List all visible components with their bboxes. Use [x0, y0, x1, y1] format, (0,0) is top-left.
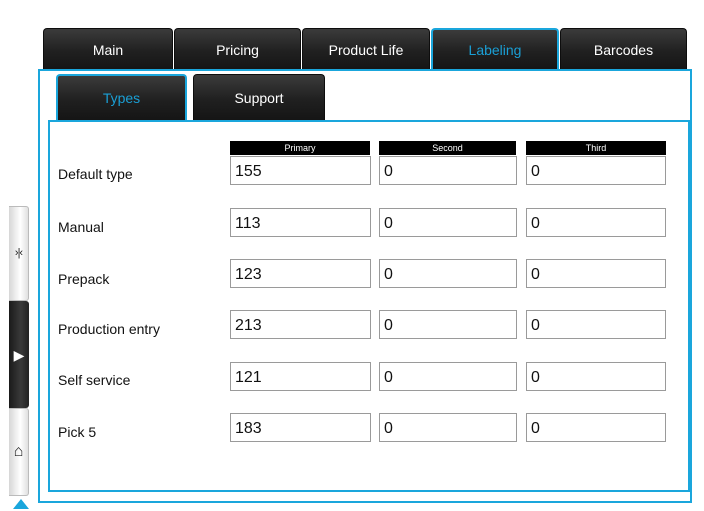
pick-5-primary-field[interactable]: 183: [230, 413, 371, 442]
home-button[interactable]: ⌂: [9, 408, 29, 496]
production-entry-second-field[interactable]: 0: [379, 310, 517, 339]
play-button[interactable]: ▶: [9, 301, 29, 408]
tab-main[interactable]: Main: [43, 28, 173, 70]
column-header-third: Third: [526, 141, 666, 155]
default-type-third-field[interactable]: 0: [526, 156, 666, 185]
tab-labeling[interactable]: Labeling: [431, 28, 559, 70]
prepack-second-field[interactable]: 0: [379, 259, 517, 288]
default-type-second-field[interactable]: 0: [379, 156, 517, 185]
tab-pricing[interactable]: Pricing: [174, 28, 301, 70]
column-header-second: Second: [379, 141, 516, 155]
tab-types[interactable]: Types: [56, 74, 187, 120]
column-header-primary: Primary: [230, 141, 370, 155]
play-icon: ▶: [13, 346, 25, 363]
collapse-button[interactable]: ›|‹: [9, 206, 29, 301]
tab-support[interactable]: Support: [193, 74, 325, 120]
tab-product-life[interactable]: Product Life: [302, 28, 430, 70]
manual-third-field[interactable]: 0: [526, 208, 666, 237]
default-type-primary-field[interactable]: 155: [230, 156, 371, 185]
manual-second-field[interactable]: 0: [379, 208, 517, 237]
row-label-manual: Manual: [58, 219, 104, 235]
clipped-header-fragment: [220, 0, 540, 20]
home-icon: ⌂: [13, 443, 24, 460]
production-entry-primary-field[interactable]: 213: [230, 310, 371, 339]
self-service-second-field[interactable]: 0: [379, 362, 517, 391]
scroll-indicator-icon: [13, 499, 29, 509]
row-label-pick-5: Pick 5: [58, 424, 97, 440]
prepack-third-field[interactable]: 0: [526, 259, 666, 288]
tab-barcodes[interactable]: Barcodes: [560, 28, 687, 70]
row-label-default-type: Default type: [58, 166, 133, 182]
manual-primary-field[interactable]: 113: [230, 208, 371, 237]
pick-5-second-field[interactable]: 0: [379, 413, 517, 442]
production-entry-third-field[interactable]: 0: [526, 310, 666, 339]
collapse-icon: ›|‹: [14, 247, 23, 259]
row-label-production-entry: Production entry: [58, 321, 160, 337]
side-rail: ›|‹ ▶ ⌂: [9, 206, 29, 496]
self-service-third-field[interactable]: 0: [526, 362, 666, 391]
pick-5-third-field[interactable]: 0: [526, 413, 666, 442]
prepack-primary-field[interactable]: 123: [230, 259, 371, 288]
row-label-self-service: Self service: [58, 372, 131, 388]
row-label-prepack: Prepack: [58, 271, 110, 287]
self-service-primary-field[interactable]: 121: [230, 362, 371, 391]
